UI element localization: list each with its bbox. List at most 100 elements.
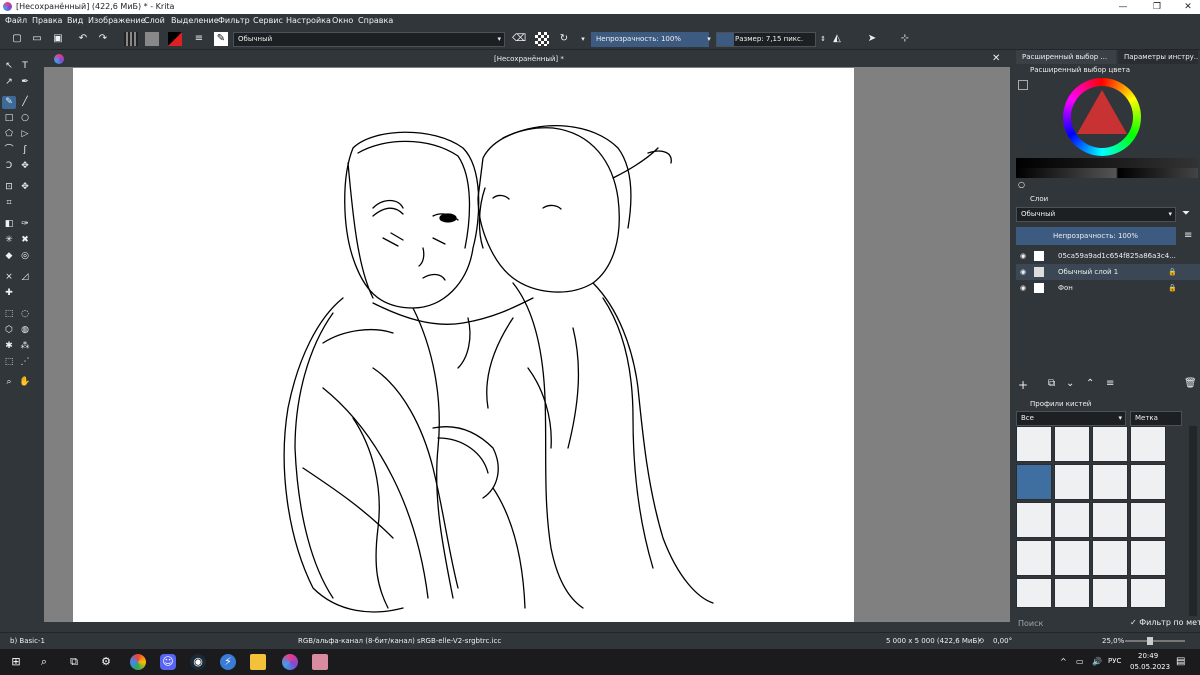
brush-preset[interactable] [1016,578,1052,608]
brush-preset[interactable] [1092,578,1128,608]
opacity-slider[interactable]: Непрозрачность: 100% [591,32,709,47]
color-settings-icon[interactable] [1018,80,1028,90]
brush-preset[interactable] [1054,540,1090,576]
open-document-icon[interactable]: ▭ [30,32,44,46]
eraser-icon[interactable]: ⌫ [512,32,526,46]
delete-layer-icon[interactable]: 🗑 [1184,378,1197,389]
brush-preset[interactable] [1092,464,1128,500]
freehand-path-tool-icon[interactable]: ʃ [18,144,32,157]
crop-tool-icon[interactable]: ⌗ [2,197,16,210]
freehand-brush-tool-icon[interactable]: ✎ [2,96,16,109]
opacity-dropdown-icon[interactable]: ▾ [702,32,716,46]
brush-tag-button[interactable]: Метка [1130,411,1182,426]
reference-tool-icon[interactable]: ✚ [2,287,16,300]
move-layer-down-icon[interactable]: ⌄ [1066,378,1074,389]
lock-icon[interactable]: 🔒 [1168,264,1177,280]
menu-settings[interactable]: Настройка [286,16,331,25]
close-document-button[interactable]: ✕ [992,53,1000,64]
dropdown-icon[interactable]: ▾ [576,32,590,46]
ellipse-tool-icon[interactable]: ○ [18,112,32,125]
calligraphy-tool-icon[interactable]: ✒ [18,76,32,89]
brush-preset[interactable] [1092,502,1128,538]
tab-tool-options[interactable]: Параметры инстру... [1118,50,1198,64]
visibility-eye-icon[interactable]: ◉ [1020,248,1026,264]
rotation-icon[interactable]: ⟲ [978,637,984,645]
maximize-button[interactable]: ❐ [1150,1,1164,13]
brush-grid-scrollbar[interactable] [1189,426,1197,616]
brush-tag-filter-select[interactable]: Все ▾ [1016,411,1126,426]
pan-tool-icon[interactable]: ✋ [18,376,32,389]
drawing-canvas[interactable] [73,68,854,622]
ellipse-select-tool-icon[interactable]: ◌ [18,308,32,321]
size-slider[interactable]: Размер: 7,15 пикс. [716,32,816,47]
edit-shapes-tool-icon[interactable]: ↗ [2,76,16,89]
color-picker-tool-icon[interactable]: ✑ [18,218,32,231]
brush-preset[interactable] [1130,464,1166,500]
brush-preset[interactable] [1016,502,1052,538]
menu-edit[interactable]: Правка [32,16,62,25]
language-indicator[interactable]: РУС [1108,657,1121,665]
layer-properties-icon[interactable]: ≡ [1106,378,1114,389]
text-tool-icon[interactable]: T [18,60,32,73]
settings-gear-icon[interactable]: ⚙ [98,654,114,670]
network-icon[interactable]: ▭ [1076,657,1084,666]
bezier-tool-icon[interactable]: ⌒ [2,144,16,157]
bezier-select-tool-icon[interactable]: ⬚ [2,356,16,369]
steam-icon[interactable]: ◉ [190,654,206,670]
wrap-around-icon[interactable]: ⊹ [898,32,912,46]
brush-preset[interactable] [1054,464,1090,500]
layer-menu-icon[interactable]: ≡ [1184,230,1192,241]
reload-preset-icon[interactable]: ↻ [557,32,571,46]
brush-preset[interactable] [1130,540,1166,576]
brush-preset[interactable] [1130,426,1166,462]
file-explorer-icon[interactable] [250,654,266,670]
color-shades-bar[interactable] [1016,168,1198,178]
select-shapes-tool-icon[interactable]: ↖ [2,60,16,73]
windows-start-icon[interactable]: ⊞ [8,654,24,670]
fill-tool-icon[interactable]: ◆ [2,250,16,263]
undo-icon[interactable]: ↶ [76,32,90,46]
layer-opacity-slider[interactable]: Непрозрачность: 100% [1016,227,1176,245]
image-viewer-icon[interactable] [312,654,328,670]
duplicate-layer-icon[interactable]: ⧉ [1048,378,1055,389]
brush-preset-icon[interactable]: ✎ [214,32,228,46]
brush-preset-selected[interactable] [1016,464,1052,500]
chrome-icon[interactable] [130,654,146,670]
enclose-fill-tool-icon[interactable]: ◎ [18,250,32,263]
brush-preset[interactable] [1092,540,1128,576]
layer-row-selected[interactable]: ◉ Обычный слой 1 🔒 [1016,264,1200,280]
discord-icon[interactable]: ☺ [160,654,176,670]
preserve-alpha-icon[interactable] [535,32,549,46]
polygon-tool-icon[interactable]: ⬠ [2,128,16,141]
zoom-tool-icon[interactable]: ⌕ [2,376,16,389]
move-layer-up-icon[interactable]: ⌃ [1086,378,1094,389]
assistant-tool-2-icon[interactable]: ⨯ [2,271,16,284]
similar-select-tool-icon[interactable]: ⁂ [18,340,32,353]
magnetic-select-tool-icon[interactable]: ⋰ [18,356,32,369]
line-tool-icon[interactable]: ╱ [18,96,32,109]
pattern-icon[interactable] [145,32,159,46]
color-history-bar[interactable] [1016,158,1198,168]
new-document-icon[interactable]: ▢ [10,32,24,46]
menu-select[interactable]: Выделение [171,16,219,25]
notifications-icon[interactable]: ▤ [1176,656,1185,667]
brush-preset[interactable] [1054,426,1090,462]
brush-preset[interactable] [1092,426,1128,462]
visibility-eye-icon[interactable]: ◉ [1020,280,1026,296]
layer-filter-icon[interactable]: ⏷ [1182,208,1190,219]
menu-file[interactable]: Файл [5,16,27,25]
menu-help[interactable]: Справка [358,16,393,25]
menu-image[interactable]: Изображение [88,16,146,25]
brush-preset[interactable] [1016,426,1052,462]
assistant-tool-icon[interactable]: ✖ [18,234,32,247]
edit-brush-settings-icon[interactable]: ≡ [192,32,206,46]
visibility-eye-icon[interactable]: ◉ [1020,264,1026,280]
rect-select-tool-icon[interactable]: ⬚ [2,308,16,321]
lock-icon[interactable]: 🔒 [1168,280,1177,296]
save-icon[interactable]: ▣ [51,32,65,46]
rectangle-tool-icon[interactable]: □ [2,112,16,125]
freehand-select-tool-icon[interactable]: ◍ [18,324,32,337]
polygon-select-tool-icon[interactable]: ⬡ [2,324,16,337]
app-icon[interactable]: ⚡ [220,654,236,670]
mirror-vertical-icon[interactable]: ➤ [865,32,879,46]
